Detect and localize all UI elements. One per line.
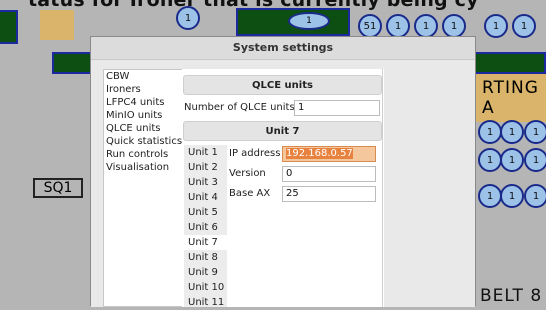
unit-list-item-selected[interactable]: Unit 7	[184, 235, 227, 250]
version-label: Version	[229, 168, 266, 179]
background-node: 1	[288, 12, 330, 30]
background-sq1-box: SQ1	[33, 178, 83, 198]
base-ax-field[interactable]: 25	[282, 186, 376, 202]
dialog-body: CBW Ironers LFPC4 units MinIO units QLCE…	[91, 65, 475, 310]
background-belt-label: BELT 8	[480, 286, 543, 306]
background-banner: RTING A	[472, 74, 546, 122]
dialog-title: System settings	[91, 37, 475, 60]
background-node: 1	[512, 14, 536, 38]
nav-item-lfpc4-units[interactable]: LFPC4 units	[104, 96, 188, 109]
unit-list-item[interactable]: Unit 4	[184, 190, 227, 205]
unit-list-item[interactable]: Unit 8	[184, 250, 227, 265]
background-node: 1	[500, 120, 524, 144]
background-green-block	[0, 10, 18, 44]
nav-item-run-controls[interactable]: Run controls	[104, 148, 188, 161]
ip-address-label: IP address	[229, 148, 281, 159]
qlce-settings-panel: QLCE units Number of QLCE units 1 Unit 7…	[182, 69, 384, 310]
background-green-block	[470, 52, 546, 74]
background-node: 1	[478, 120, 502, 144]
ip-address-value: 192.168.0.57	[286, 148, 353, 159]
background-node: 1	[386, 14, 410, 38]
background-node: 1	[478, 184, 502, 208]
unit-list-item[interactable]: Unit 5	[184, 205, 227, 220]
nav-item-ironers[interactable]: Ironers	[104, 83, 188, 96]
background-node: 1	[500, 184, 524, 208]
settings-nav-list: CBW Ironers LFPC4 units MinIO units QLCE…	[103, 69, 189, 307]
background-node: 1	[524, 120, 546, 144]
unit-list-item[interactable]: Unit 11	[184, 295, 227, 310]
unit-list-item[interactable]: Unit 1	[184, 145, 227, 160]
background-node: 1	[176, 6, 200, 30]
unit-list-item[interactable]: Unit 2	[184, 160, 227, 175]
background-tan-block	[40, 10, 74, 40]
unit-list-item[interactable]: Unit 6	[184, 220, 227, 235]
version-field[interactable]: 0	[282, 166, 376, 182]
background-node: 1	[478, 148, 502, 172]
background-node: 1	[524, 184, 546, 208]
nav-item-quick-statistics[interactable]: Quick statistics	[104, 135, 188, 148]
panel-divider	[382, 69, 383, 307]
unit-list: Unit 1 Unit 2 Unit 3 Unit 4 Unit 5 Unit …	[184, 145, 227, 310]
num-units-label: Number of QLCE units	[184, 102, 295, 113]
unit-list-item[interactable]: Unit 10	[184, 280, 227, 295]
background-node: 1	[524, 148, 546, 172]
unit-section-header: Unit 7	[183, 121, 382, 141]
nav-item-cbw[interactable]: CBW	[104, 70, 188, 83]
background-node: 1	[442, 14, 466, 38]
nav-item-qlce-units[interactable]: QLCE units	[104, 122, 188, 135]
background-node: 51	[358, 14, 382, 38]
nav-item-minio-units[interactable]: MinIO units	[104, 109, 188, 122]
background-node: 1	[414, 14, 438, 38]
unit-list-item[interactable]: Unit 3	[184, 175, 227, 190]
nav-item-visualisation[interactable]: Visualisation	[104, 161, 188, 174]
background-node: 1	[500, 148, 524, 172]
background-node: 1	[484, 14, 508, 38]
unit-list-item[interactable]: Unit 9	[184, 265, 227, 280]
system-settings-dialog: System settings CBW Ironers LFPC4 units …	[90, 36, 476, 310]
num-units-field[interactable]: 1	[294, 100, 380, 116]
ip-address-field[interactable]: 192.168.0.57	[282, 146, 376, 162]
base-ax-label: Base AX	[229, 188, 271, 199]
qlce-section-header: QLCE units	[183, 75, 382, 95]
